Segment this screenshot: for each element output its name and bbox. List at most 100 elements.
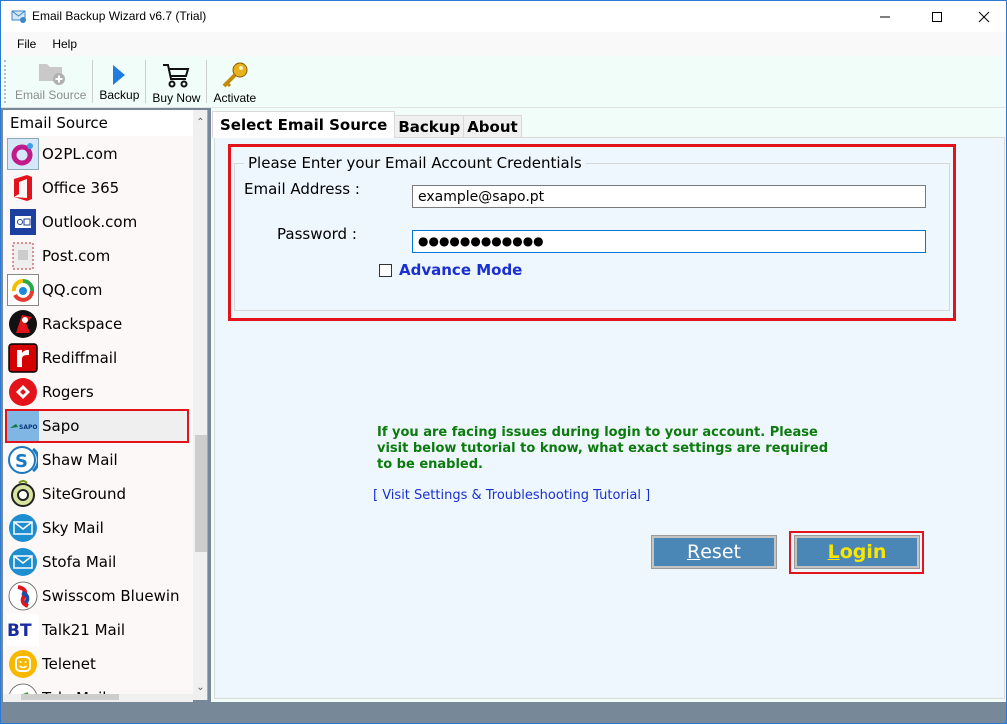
login-button[interactable]: Login xyxy=(794,535,920,569)
password-input[interactable]: ●●●●●●●●●●●● xyxy=(412,230,926,253)
login-help-text: If you are facing issues during login to… xyxy=(377,425,829,472)
sidebar-header: Email Source xyxy=(3,110,193,136)
sidebar-item-shaw[interactable]: S Shaw Mail xyxy=(3,443,193,477)
email-source-list: O2PL.com Office 365 Outlook.com Post.com xyxy=(3,137,193,700)
title-bar: Email Backup Wizard v6.7 (Trial) xyxy=(1,1,1006,32)
outlook-icon xyxy=(7,206,39,238)
close-button[interactable] xyxy=(961,1,1007,32)
buy-now-label: Buy Now xyxy=(152,91,201,105)
activate-label: Activate xyxy=(213,91,257,105)
folder-add-icon xyxy=(38,64,65,85)
mail-envelope-icon xyxy=(7,512,39,544)
shaw-icon: S xyxy=(7,444,39,476)
sapo-icon: SAPO xyxy=(7,410,39,442)
tab-select-email-source[interactable]: Select Email Source xyxy=(212,111,396,138)
credentials-highlight-box: Please Enter your Email Account Credenti… xyxy=(228,144,956,321)
credentials-group: Please Enter your Email Account Credenti… xyxy=(234,154,950,311)
mail-envelope-icon xyxy=(7,546,39,578)
menu-help[interactable]: Help xyxy=(44,37,85,51)
sidebar-item-label: Rackspace xyxy=(42,315,123,333)
advance-mode-toggle[interactable]: Advance Mode xyxy=(379,261,522,279)
main-panel: Select Email Source Backup About Please … xyxy=(211,108,1006,702)
scrollbar-thumb[interactable] xyxy=(21,694,119,700)
reset-mnemonic: R xyxy=(687,541,701,563)
backup-label: Backup xyxy=(99,88,140,102)
swisscom-icon xyxy=(7,580,39,612)
buy-now-button[interactable]: Buy Now xyxy=(146,56,206,107)
tab-bar: Select Email Source Backup About xyxy=(212,111,522,138)
rackspace-icon xyxy=(7,308,39,340)
sidebar-item-outlook[interactable]: Outlook.com xyxy=(3,205,193,239)
troubleshooting-tutorial-link[interactable]: [ Visit Settings & Troubleshooting Tutor… xyxy=(373,488,650,503)
sidebar-item-label: QQ.com xyxy=(42,281,103,299)
play-icon xyxy=(113,65,126,85)
scroll-down-icon[interactable]: ⌄ xyxy=(193,679,207,696)
sidebar-item-label: Shaw Mail xyxy=(42,451,118,469)
key-icon xyxy=(222,62,248,88)
sidebar-horizontal-scrollbar[interactable] xyxy=(3,694,193,702)
toolbar: Email Source Backup Buy Now Activate xyxy=(1,56,1006,108)
activate-button[interactable]: Activate xyxy=(207,56,262,107)
sidebar-item-stofamail[interactable]: Stofa Mail xyxy=(3,545,193,579)
password-label: Password : xyxy=(277,225,357,243)
telenet-icon xyxy=(7,648,39,680)
sidebar-item-label: Sapo xyxy=(42,417,80,435)
advance-mode-label[interactable]: Advance Mode xyxy=(399,261,522,279)
svg-text:BT: BT xyxy=(7,621,32,640)
menu-file[interactable]: File xyxy=(9,37,44,51)
login-mnemonic: L xyxy=(827,541,840,563)
email-source-sidebar: Email Source O2PL.com Office 365 Outlook… xyxy=(3,110,208,700)
scrollbar-thumb[interactable] xyxy=(195,435,207,552)
sidebar-item-label: Outlook.com xyxy=(42,213,138,231)
cart-icon xyxy=(163,64,190,88)
sidebar-item-o2pl[interactable]: O2PL.com xyxy=(3,137,193,171)
minimize-button[interactable] xyxy=(862,1,908,32)
advance-mode-checkbox[interactable] xyxy=(379,263,392,277)
o2pl-icon xyxy=(7,138,39,170)
sidebar-item-label: Post.com xyxy=(42,247,111,265)
svg-text:SAPO: SAPO xyxy=(19,424,37,431)
sidebar-item-skymail[interactable]: Sky Mail xyxy=(3,511,193,545)
bt-icon: BT xyxy=(7,614,39,646)
app-mail-icon xyxy=(11,10,26,23)
sidebar-item-rediffmail[interactable]: Rediffmail xyxy=(3,341,193,375)
scroll-up-icon[interactable]: ⌃ xyxy=(193,114,207,131)
tab-about[interactable]: About xyxy=(463,115,522,138)
sidebar-item-label: Rogers xyxy=(42,383,94,401)
email-address-input[interactable] xyxy=(412,185,926,208)
tab-backup[interactable]: Backup xyxy=(394,115,465,138)
email-source-label: Email Source xyxy=(15,88,87,102)
sidebar-item-swisscom[interactable]: Swisscom Bluewin xyxy=(3,579,193,613)
sidebar-item-rogers[interactable]: Rogers xyxy=(3,375,193,409)
close-icon xyxy=(978,11,990,22)
sidebar-item-label: Stofa Mail xyxy=(42,553,117,571)
sidebar-item-rackspace[interactable]: Rackspace xyxy=(3,307,193,341)
sidebar-item-label: Rediffmail xyxy=(42,349,118,367)
email-source-button[interactable]: Email Source xyxy=(9,56,92,107)
backup-button[interactable]: Backup xyxy=(93,56,145,107)
maximize-icon xyxy=(932,11,942,22)
rediffmail-icon xyxy=(7,342,39,374)
office365-icon xyxy=(7,172,39,204)
reset-button[interactable]: Reset xyxy=(651,535,777,569)
email-address-label: Email Address : xyxy=(244,180,360,198)
sidebar-item-siteground[interactable]: SiteGround xyxy=(3,477,193,511)
sidebar-item-label: SiteGround xyxy=(42,485,126,503)
credentials-legend: Please Enter your Email Account Credenti… xyxy=(244,154,586,172)
sidebar-item-label: Office 365 xyxy=(42,179,120,197)
menu-bar: File Help xyxy=(1,32,1006,56)
sidebar-item-label: Sky Mail xyxy=(42,519,104,537)
sidebar-item-postcom[interactable]: Post.com xyxy=(3,239,193,273)
maximize-button[interactable] xyxy=(914,1,960,32)
siteground-icon xyxy=(7,478,39,510)
login-label: ogin xyxy=(839,541,887,563)
sidebar-item-label: Swisscom Bluewin xyxy=(42,587,180,605)
sidebar-item-qq[interactable]: QQ.com xyxy=(3,273,193,307)
sidebar-vertical-scrollbar[interactable]: ⌃ ⌄ xyxy=(193,110,207,700)
sidebar-item-office365[interactable]: Office 365 xyxy=(3,171,193,205)
postcom-icon xyxy=(7,240,39,272)
sidebar-item-talk21[interactable]: BT Talk21 Mail xyxy=(3,613,193,647)
sidebar-item-sapo[interactable]: SAPO Sapo xyxy=(5,409,189,443)
sidebar-item-telenet[interactable]: Telenet xyxy=(3,647,193,681)
qq-icon xyxy=(7,274,39,306)
